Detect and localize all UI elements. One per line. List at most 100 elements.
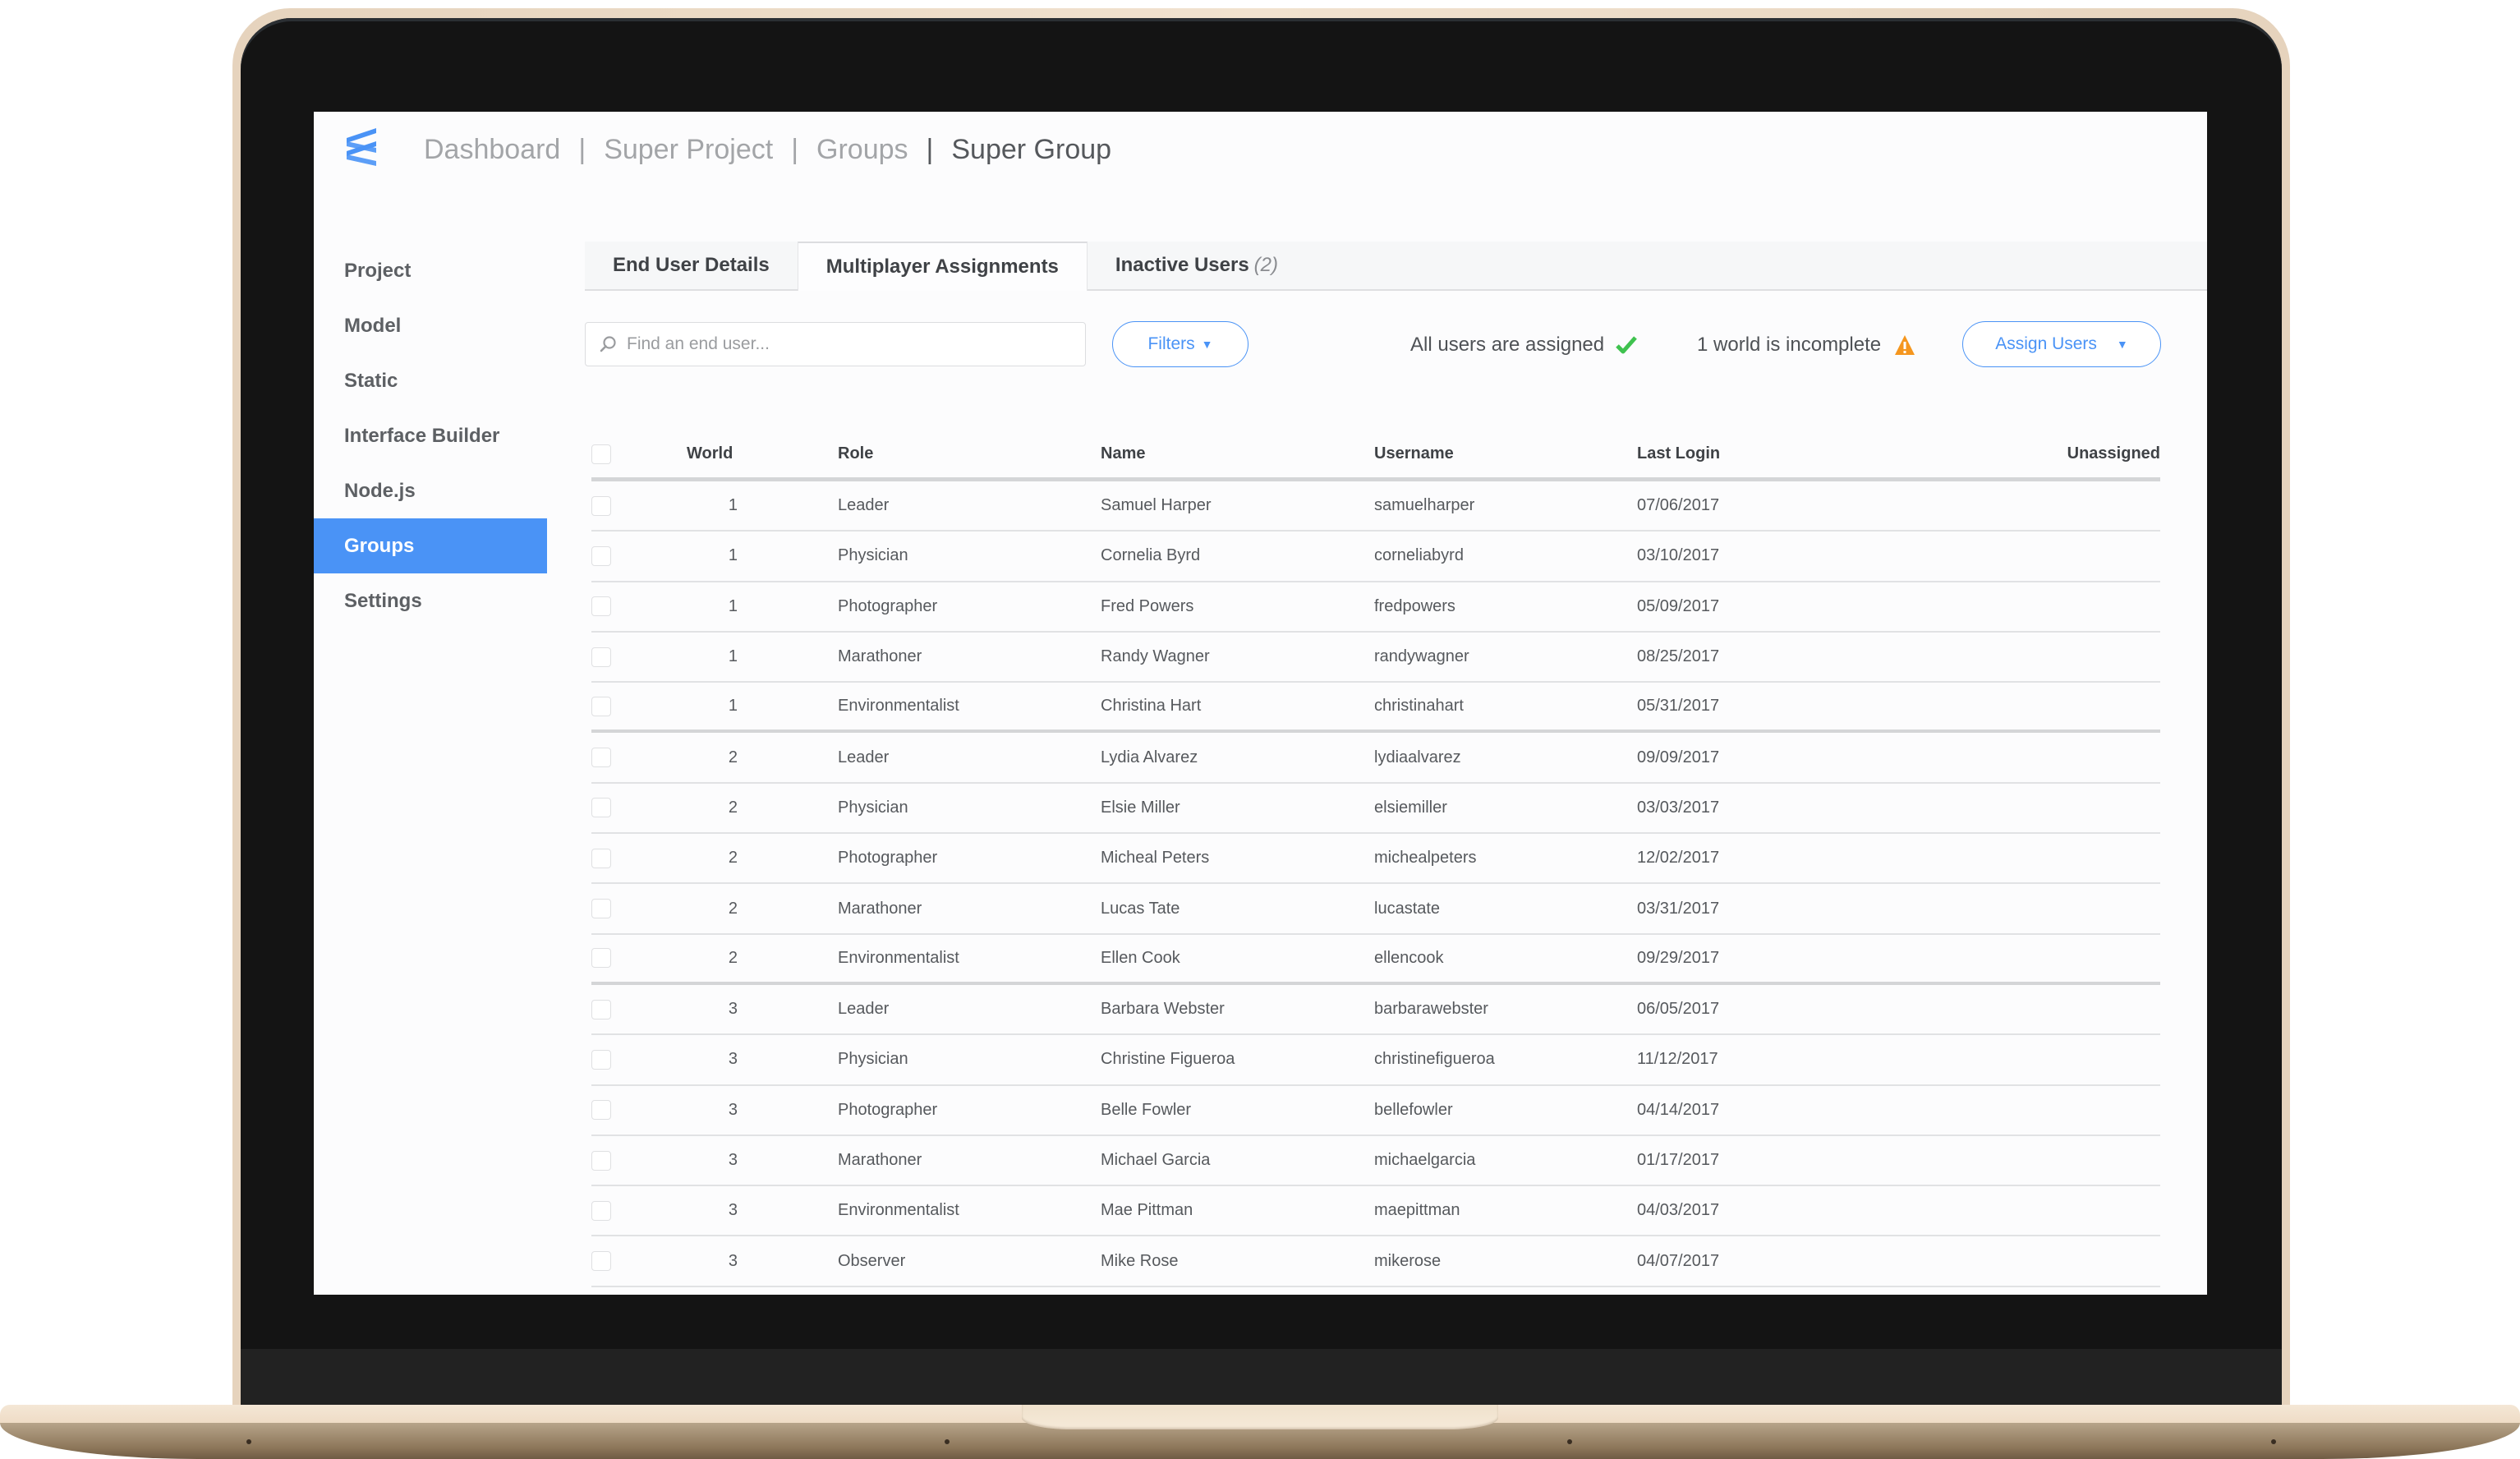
row-checkbox[interactable] bbox=[591, 1150, 611, 1171]
row-checkbox[interactable] bbox=[591, 596, 611, 617]
row-checkbox[interactable] bbox=[591, 848, 611, 868]
table-row[interactable]: 3 Leader Barbara Webster barbarawebster 06/0… bbox=[591, 985, 2160, 1036]
cell-username: ellencook bbox=[1374, 948, 1444, 967]
cell-name: Michael Garcia bbox=[1101, 1151, 1211, 1169]
cell-username: christinahart bbox=[1374, 697, 1464, 716]
laptop-foot bbox=[246, 1439, 251, 1444]
column-header-world[interactable]: World bbox=[687, 444, 738, 463]
breadcrumb: Dashboard | Super Project | Groups | Sup… bbox=[424, 130, 1111, 169]
table-row[interactable]: 2 Physician Elsie Miller elsiemiller 03/03/2… bbox=[591, 784, 2160, 835]
row-checkbox-cell bbox=[591, 696, 687, 716]
cell-username: elsiemiller bbox=[1374, 798, 1447, 817]
tab-inactive-users[interactable]: Inactive Users (2) bbox=[1088, 242, 1306, 289]
table-row[interactable]: 3 Photographer Belle Fowler bellefowler 04/1… bbox=[591, 1086, 2160, 1136]
cell-world: 2 bbox=[728, 899, 738, 918]
table-row[interactable]: 3 Physician Christine Figueroa christinefig… bbox=[591, 1035, 2160, 1086]
row-checkbox-cell bbox=[591, 798, 687, 818]
breadcrumb-dashboard[interactable]: Dashboard bbox=[424, 134, 560, 166]
sidebar-item-settings[interactable]: Settings bbox=[314, 573, 547, 628]
table-row[interactable]: 3 Observer Mike Rose mikerose 04/07/2017 bbox=[591, 1236, 2160, 1287]
sidebar: Project Model Static Interface Builder N… bbox=[314, 243, 547, 628]
select-all-checkbox[interactable] bbox=[591, 444, 611, 464]
cell-last-login: 05/31/2017 bbox=[1637, 697, 1720, 716]
cell-world: 3 bbox=[728, 1251, 738, 1270]
row-checkbox[interactable] bbox=[591, 1049, 611, 1070]
sidebar-item-static[interactable]: Static bbox=[314, 353, 547, 408]
cell-last-login: 09/09/2017 bbox=[1637, 748, 1720, 766]
row-checkbox-cell bbox=[591, 1100, 687, 1121]
cell-name: Randy Wagner bbox=[1101, 647, 1210, 666]
cell-name: Elsie Miller bbox=[1101, 798, 1180, 817]
app-screen: Dashboard | Super Project | Groups | Sup… bbox=[314, 112, 2207, 1295]
breadcrumb-super-project[interactable]: Super Project bbox=[604, 134, 773, 166]
sidebar-item-nodejs[interactable]: Node.js bbox=[314, 463, 547, 518]
world-status: 1 world is incomplete bbox=[1697, 329, 1915, 361]
row-checkbox[interactable] bbox=[591, 798, 611, 818]
table-row[interactable]: 2 Marathoner Lucas Tate lucastate 03/31/2017 bbox=[591, 884, 2160, 935]
tab-multiplayer-assignments[interactable]: Multiplayer Assignments bbox=[797, 242, 1088, 291]
table-row[interactable]: 1 Leader Samuel Harper samuelharper 07/06/20… bbox=[591, 481, 2160, 532]
row-checkbox[interactable] bbox=[591, 1251, 611, 1272]
tab-end-user-details[interactable]: End User Details bbox=[585, 242, 798, 289]
breadcrumb-separator: | bbox=[926, 133, 934, 165]
table-row[interactable]: 2 Leader Lydia Alvarez lydiaalvarez 09/09/20… bbox=[591, 733, 2160, 784]
cell-name: Samuel Harper bbox=[1101, 496, 1212, 515]
table-row[interactable]: 3 Marathoner Michael Garcia michaelgarcia 01… bbox=[591, 1136, 2160, 1187]
table-row[interactable]: 1 Marathoner Randy Wagner randywagner 08/25/… bbox=[591, 633, 2160, 683]
laptop-foot bbox=[1567, 1439, 1572, 1444]
app-logo-icon[interactable] bbox=[343, 127, 379, 166]
world-status-text: 1 world is incomplete bbox=[1697, 334, 1882, 356]
cell-role: Observer bbox=[838, 1251, 906, 1270]
cell-role: Physician bbox=[838, 798, 908, 817]
row-checkbox[interactable] bbox=[591, 495, 611, 516]
row-checkbox[interactable] bbox=[591, 748, 611, 768]
cell-last-login: 03/31/2017 bbox=[1637, 899, 1720, 918]
row-checkbox[interactable] bbox=[591, 899, 611, 919]
breadcrumb-groups[interactable]: Groups bbox=[816, 134, 908, 166]
sidebar-item-model[interactable]: Model bbox=[314, 298, 547, 353]
cell-name: Fred Powers bbox=[1101, 596, 1194, 615]
cell-name: Lydia Alvarez bbox=[1101, 748, 1198, 766]
column-header-username[interactable]: Username bbox=[1374, 444, 1637, 463]
cell-role: Leader bbox=[838, 496, 890, 515]
row-checkbox[interactable] bbox=[591, 1200, 611, 1221]
assign-users-button[interactable]: Assign Users ▼ bbox=[1962, 321, 2161, 367]
cell-last-login: 09/29/2017 bbox=[1637, 948, 1720, 967]
table-row[interactable]: 1 Environmentalist Christina Hart christina… bbox=[591, 683, 2160, 734]
filters-button[interactable]: Filters ▼ bbox=[1112, 321, 1249, 367]
column-header-unassigned[interactable]: Unassigned bbox=[1883, 444, 2160, 463]
table-row[interactable]: 1 Photographer Fred Powers fredpowers 05/09/… bbox=[591, 582, 2160, 633]
cell-role: Leader bbox=[838, 1000, 890, 1019]
cell-last-login: 04/14/2017 bbox=[1637, 1100, 1720, 1119]
table-row[interactable]: 1 Physician Cornelia Byrd corneliabyrd 03/10… bbox=[591, 532, 2160, 582]
cell-last-login: 01/17/2017 bbox=[1637, 1151, 1720, 1169]
search-icon bbox=[600, 336, 616, 352]
breadcrumb-super-group: Super Group bbox=[951, 133, 1112, 165]
breadcrumb-separator: | bbox=[791, 133, 799, 165]
search-field[interactable] bbox=[585, 322, 1086, 366]
cell-username: maepittman bbox=[1374, 1201, 1460, 1220]
row-checkbox-cell bbox=[591, 899, 687, 919]
assign-users-label: Assign Users bbox=[1995, 334, 2097, 353]
column-header-name[interactable]: Name bbox=[1101, 444, 1374, 463]
cell-world: 3 bbox=[728, 1100, 738, 1119]
cell-last-login: 04/03/2017 bbox=[1637, 1201, 1720, 1220]
cell-name: Mike Rose bbox=[1101, 1251, 1179, 1270]
cell-world: 1 bbox=[728, 496, 738, 515]
column-header-last-login[interactable]: Last Login bbox=[1637, 444, 1883, 463]
table-row[interactable]: 2 Environmentalist Ellen Cook ellencook 09/2… bbox=[591, 935, 2160, 985]
sidebar-item-project[interactable]: Project bbox=[314, 243, 547, 298]
table-row[interactable]: 3 Environmentalist Mae Pittman maepittman 04… bbox=[591, 1186, 2160, 1237]
row-checkbox[interactable] bbox=[591, 1100, 611, 1121]
table-row[interactable]: 2 Photographer Micheal Peters michealpeters… bbox=[591, 834, 2160, 885]
sidebar-item-interface-builder[interactable]: Interface Builder bbox=[314, 408, 547, 463]
row-checkbox[interactable] bbox=[591, 948, 611, 969]
row-checkbox[interactable] bbox=[591, 999, 611, 1019]
row-checkbox[interactable] bbox=[591, 647, 611, 667]
row-checkbox[interactable] bbox=[591, 545, 611, 566]
row-checkbox[interactable] bbox=[591, 696, 611, 716]
search-input[interactable] bbox=[625, 334, 1072, 355]
cell-username: corneliabyrd bbox=[1374, 546, 1464, 565]
column-header-role[interactable]: Role bbox=[838, 444, 1101, 463]
sidebar-item-groups[interactable]: Groups bbox=[314, 518, 547, 573]
